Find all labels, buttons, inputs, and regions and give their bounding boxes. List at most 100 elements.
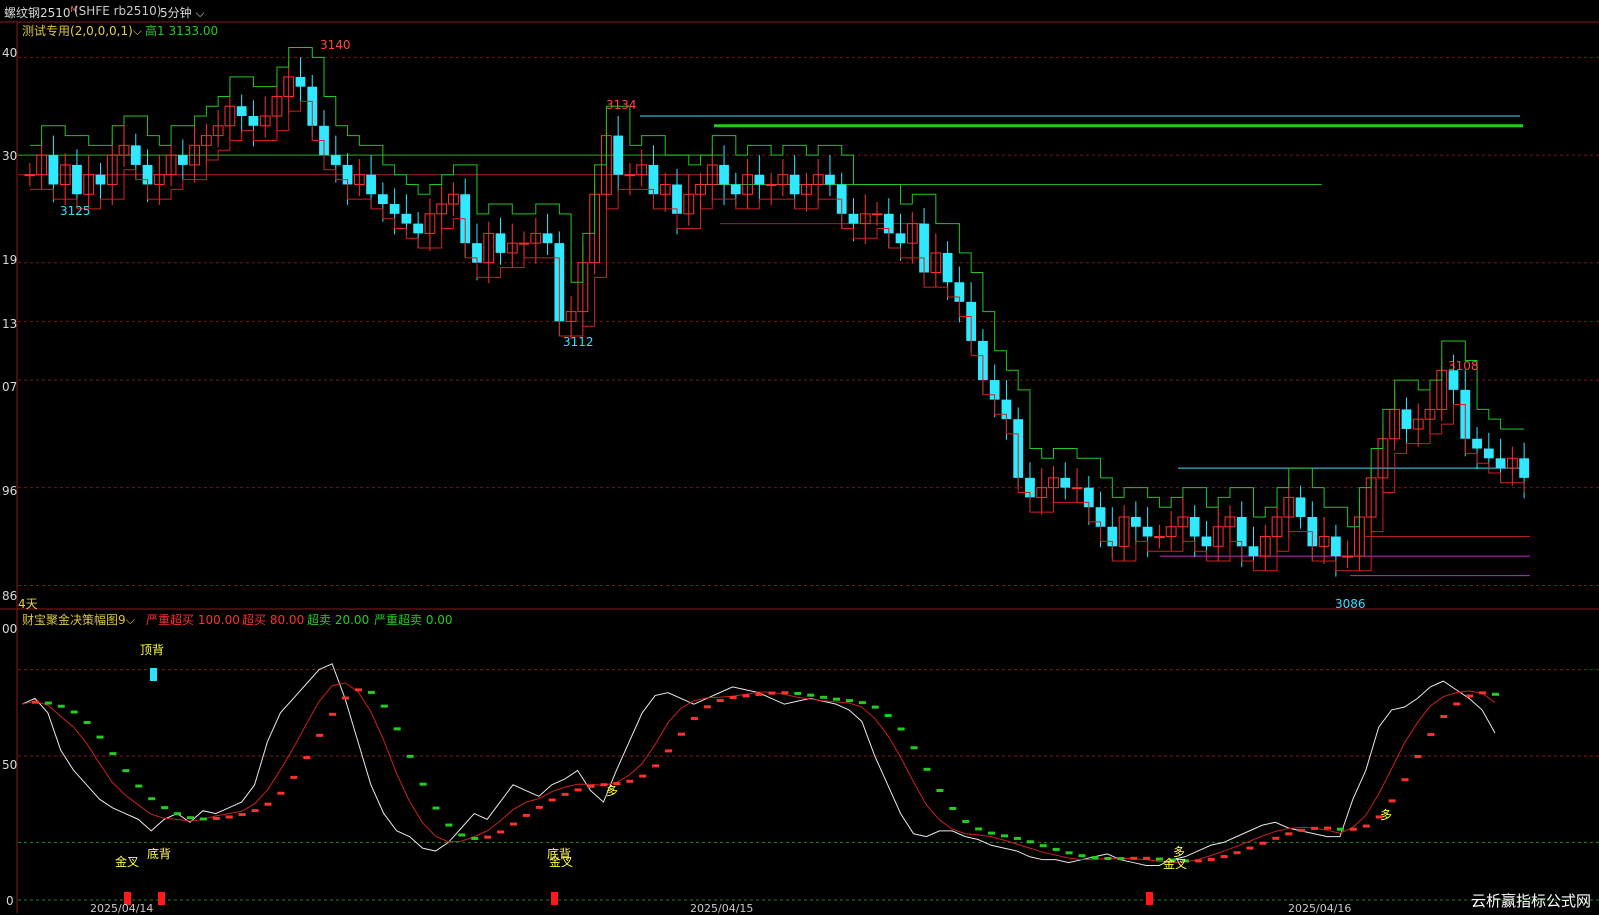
high-annotation: 3108 — [1448, 359, 1479, 373]
main-indicator-name[interactable]: 测试专用(2,0,0,0,1)⌵ — [22, 22, 142, 39]
staircase-step — [988, 831, 996, 835]
legend-item: 严重超卖 0.00 — [374, 613, 453, 627]
staircase-step — [923, 767, 931, 771]
staircase-step — [962, 819, 970, 823]
y-tick: 50 — [2, 758, 18, 772]
staircase-step — [1052, 847, 1060, 851]
staircase-step — [174, 812, 182, 816]
y-tick: 13 — [2, 317, 18, 331]
candle — [495, 233, 506, 253]
staircase-step — [1026, 840, 1034, 844]
y-tick: 40 — [2, 46, 18, 60]
candle — [1060, 477, 1071, 488]
chart-canvas[interactable] — [0, 0, 1599, 915]
staircase-step — [96, 735, 104, 739]
staircase-step — [445, 823, 453, 827]
candle — [130, 145, 141, 165]
staircase-step — [820, 695, 828, 699]
staircase-step — [665, 749, 673, 753]
staircase-step — [212, 816, 220, 820]
candle — [542, 233, 553, 244]
staircase-step — [652, 764, 660, 768]
staircase-step — [742, 694, 750, 698]
staircase-step — [497, 830, 505, 834]
staircase-step — [781, 691, 789, 695]
y-tick: 86 — [2, 589, 18, 603]
staircase-step — [406, 754, 414, 758]
staircase-step — [910, 746, 918, 750]
candle — [719, 164, 729, 185]
staircase-step — [1104, 856, 1112, 860]
candle — [1519, 458, 1529, 478]
y-tick: 30 — [2, 149, 18, 163]
staircase-step — [1414, 755, 1422, 759]
staircase-step — [1117, 857, 1125, 861]
signal-label: 金叉 — [549, 855, 574, 869]
signal-marker — [158, 892, 165, 905]
watermark: 云析赢指标公式网 — [1470, 892, 1591, 910]
sub-indicator-name[interactable]: 财宝聚金决策幅图9⌵ — [22, 611, 135, 628]
staircase-step — [587, 784, 595, 788]
candle — [1142, 526, 1153, 537]
staircase-step — [354, 688, 362, 692]
staircase-step — [1130, 856, 1138, 860]
candle — [1248, 546, 1259, 557]
staircase-step — [458, 833, 466, 837]
staircase-step — [871, 705, 879, 709]
low-annotation: 3112 — [563, 335, 594, 349]
staircase-step — [135, 784, 143, 788]
staircase-step — [31, 700, 39, 704]
candle — [295, 76, 306, 87]
staircase-step — [367, 690, 375, 694]
staircase-step — [471, 836, 479, 840]
staircase-step — [1143, 856, 1151, 860]
candle — [825, 174, 835, 185]
legend-item: 严重超买 100.00 — [146, 613, 240, 627]
y-tick: 0 — [6, 894, 14, 908]
candle — [1189, 516, 1200, 537]
staircase-step — [716, 698, 724, 702]
staircase-step — [148, 797, 156, 801]
staircase-step — [1440, 714, 1448, 718]
candle — [377, 194, 388, 205]
staircase-step — [1039, 844, 1047, 848]
candle — [848, 213, 859, 224]
staircase-step — [342, 696, 350, 700]
staircase-step — [277, 791, 285, 795]
chevron-down-icon: ⌵ — [125, 613, 135, 627]
staircase-step — [186, 816, 194, 820]
y-tick: 00 — [2, 622, 18, 636]
candle — [1401, 409, 1412, 429]
candle — [613, 135, 624, 175]
staircase-step — [1362, 824, 1370, 828]
x-tick: 2025/04/15 — [690, 902, 754, 915]
signal-line — [21, 682, 1496, 864]
signal-label: 金叉 — [115, 855, 140, 869]
candle — [330, 155, 341, 165]
candle — [754, 174, 765, 185]
candle — [895, 233, 906, 244]
staircase-step — [703, 705, 711, 709]
staircase-step — [677, 732, 685, 736]
staircase-step — [561, 792, 569, 796]
staircase-step — [1427, 732, 1435, 736]
high-annotation: 3140 — [320, 38, 351, 52]
staircase-step — [303, 756, 311, 760]
legend-item: 超卖 20.00 — [307, 613, 370, 627]
candle — [72, 164, 82, 195]
staircase-step — [1311, 826, 1319, 830]
staircase-step — [522, 813, 530, 817]
staircase-step — [535, 805, 543, 809]
staircase-step — [1401, 778, 1409, 782]
candle — [518, 242, 530, 245]
staircase-step — [122, 769, 130, 773]
staircase-step — [949, 806, 957, 810]
staircase-step — [1272, 836, 1280, 840]
staircase-step — [316, 733, 324, 737]
span-label: 4天 — [18, 597, 38, 611]
staircase-step — [833, 697, 841, 701]
candle — [1154, 536, 1165, 539]
staircase-step — [897, 727, 905, 731]
staircase-step — [794, 691, 802, 695]
staircase-step — [975, 827, 983, 831]
